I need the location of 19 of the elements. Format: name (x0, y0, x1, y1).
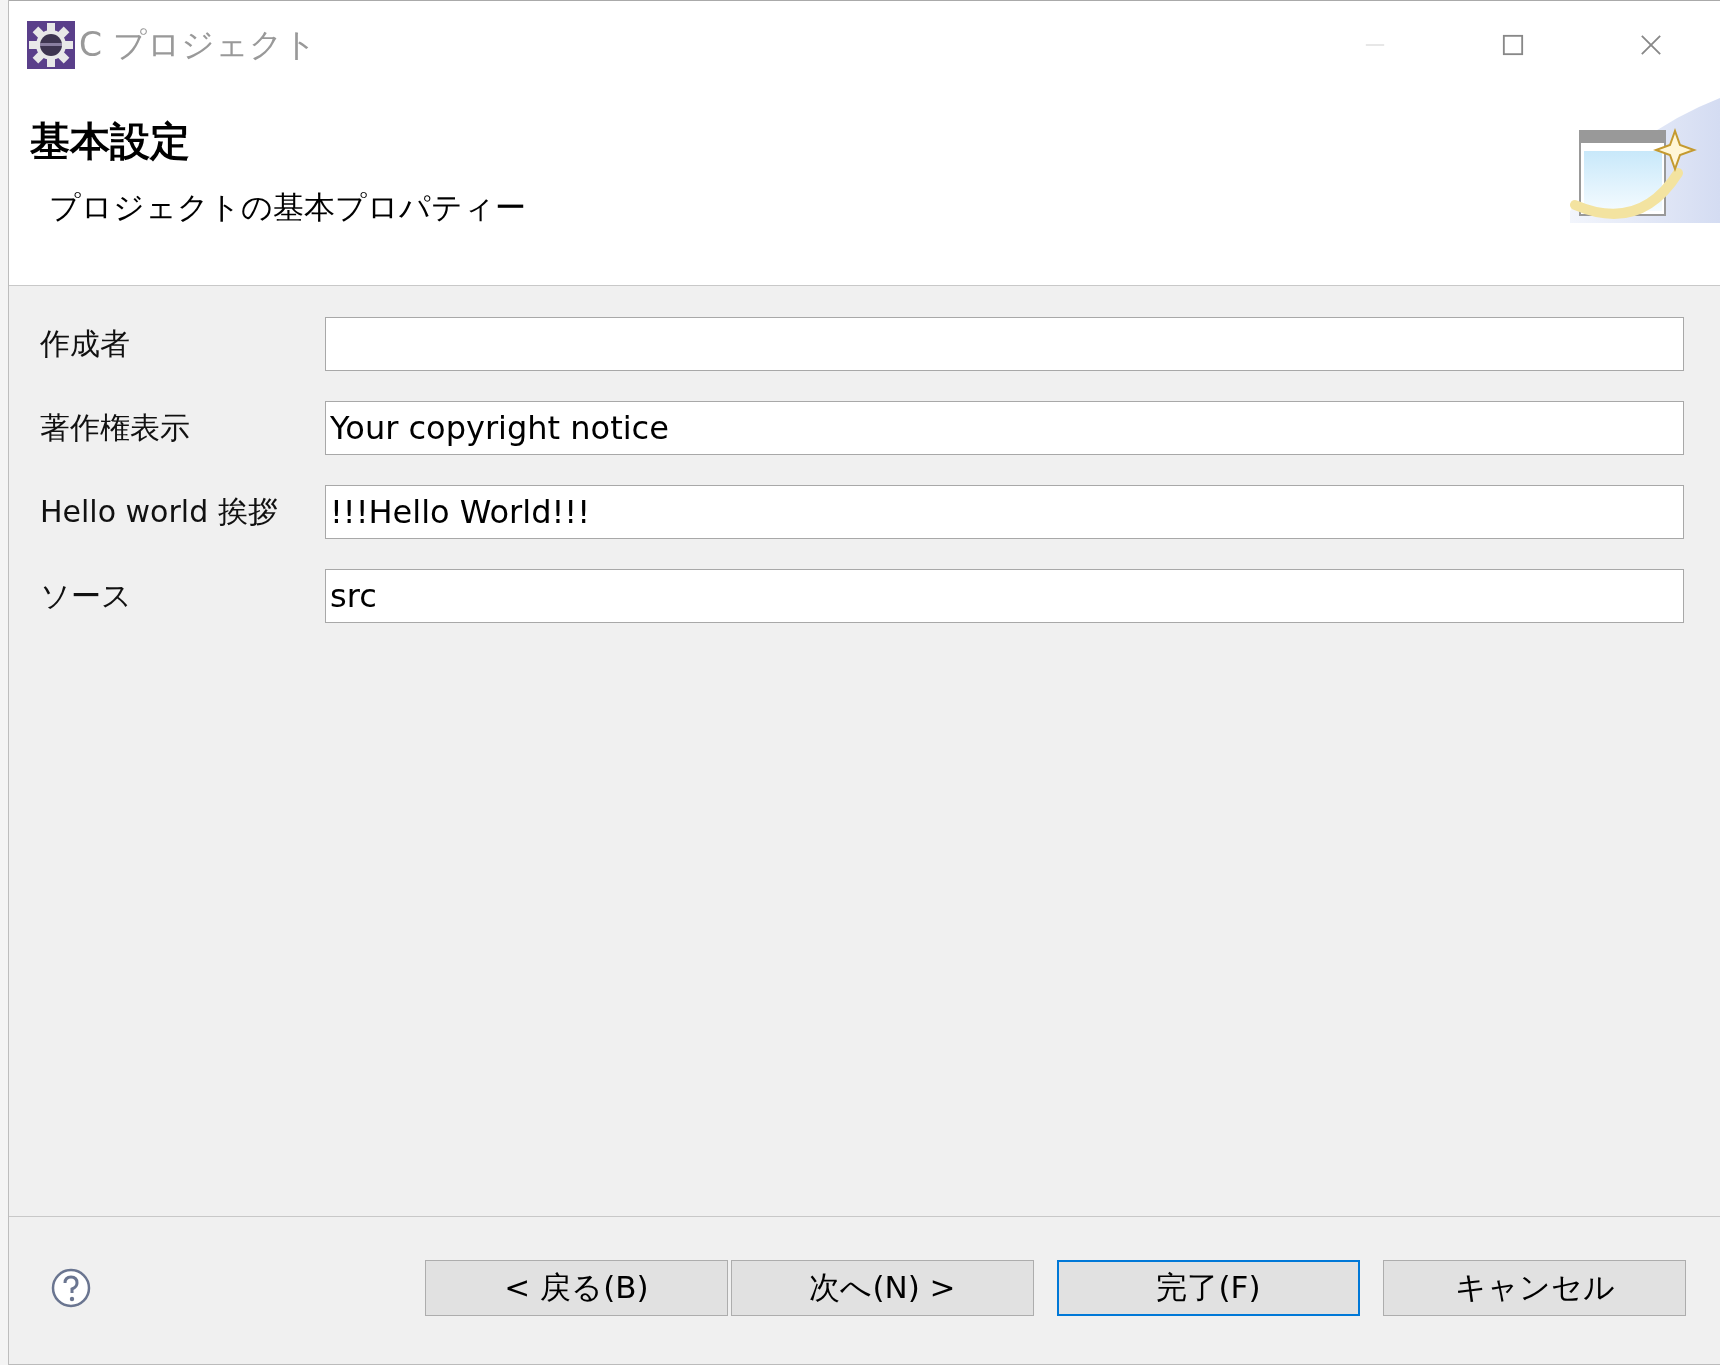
window-title: C プロジェクト (79, 23, 317, 66)
field-label: 著作権表示 (40, 408, 191, 447)
help-icon[interactable] (51, 1267, 91, 1308)
page-description: プロジェクトの基本プロパティー (49, 188, 526, 227)
field-label: 作成者 (40, 324, 131, 363)
input-field[interactable]: Your copyright notice (325, 401, 1684, 455)
gear-icon (27, 21, 75, 69)
dialog-button[interactable]: 次へ(N) > (731, 1259, 1034, 1316)
input-field[interactable] (325, 317, 1684, 371)
field-label: Hello world 挨拶 (40, 492, 279, 531)
input-field[interactable]: src (325, 569, 1684, 623)
close-icon[interactable] (1640, 34, 1662, 56)
maximize-icon[interactable] (1502, 34, 1524, 56)
dialog-button[interactable]: 完了(F) (1057, 1259, 1360, 1316)
page-title: 基本設定 (30, 117, 191, 166)
input-field[interactable]: !!!Hello World!!! (325, 485, 1684, 539)
field-label: ソース (40, 576, 133, 615)
dialog-button[interactable]: < 戻る(B) (425, 1259, 728, 1316)
dialog-button[interactable]: キャンセル (1383, 1259, 1686, 1316)
